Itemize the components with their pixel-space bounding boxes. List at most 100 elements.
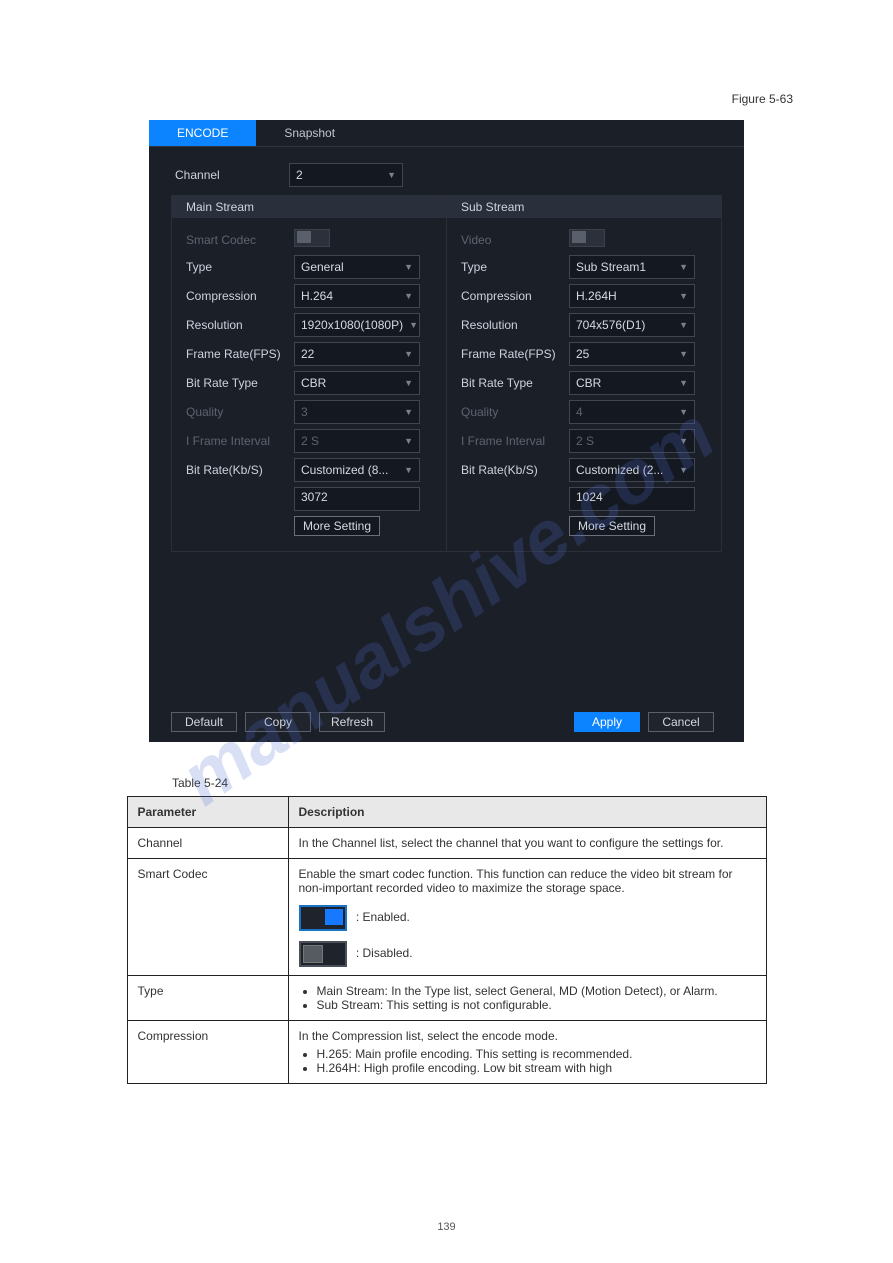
param-cell: Smart Codec (127, 859, 288, 976)
main-bitrate-label: Bit Rate(Kb/S) (186, 463, 294, 477)
main-resolution-select[interactable]: 1920x1080(1080P)▼ (294, 313, 420, 337)
chevron-down-icon: ▼ (679, 262, 688, 272)
main-resolution-label: Resolution (186, 318, 294, 332)
chevron-down-icon: ▼ (679, 349, 688, 359)
desc-cell: Enable the smart codec function. This fu… (288, 859, 766, 976)
table-caption: Table 5-24 (172, 776, 843, 790)
main-framerate-label: Frame Rate(FPS) (186, 347, 294, 361)
main-quality-label: Quality (186, 405, 294, 419)
sub-compression-label: Compression (461, 289, 569, 303)
desc-cell: In the Compression list, select the enco… (288, 1021, 766, 1084)
tab-bar: ENCODE Snapshot (149, 120, 744, 147)
chevron-down-icon: ▼ (404, 436, 413, 446)
chevron-down-icon: ▼ (679, 378, 688, 388)
smart-codec-label: Smart Codec (186, 233, 294, 247)
toggle-off-icon (299, 941, 347, 967)
default-button[interactable]: Default (171, 712, 237, 732)
sub-bitrate-label: Bit Rate(Kb/S) (461, 463, 569, 477)
chevron-down-icon: ▼ (404, 465, 413, 475)
sub-bitratetype-label: Bit Rate Type (461, 376, 569, 390)
chevron-down-icon: ▼ (404, 262, 413, 272)
sub-stream-panel: Sub Stream Video Type Sub Stream1▼ Compr… (446, 196, 721, 551)
copy-button[interactable]: Copy (245, 712, 311, 732)
encode-settings-window: ENCODE Snapshot Channel 2 ▼ Main Stream … (149, 120, 744, 742)
main-iframe-select: 2 S▼ (294, 429, 420, 453)
tab-encode[interactable]: ENCODE (149, 120, 256, 146)
main-bitratetype-select[interactable]: CBR▼ (294, 371, 420, 395)
refresh-button[interactable]: Refresh (319, 712, 385, 732)
channel-value: 2 (296, 168, 303, 182)
chevron-down-icon: ▼ (409, 320, 418, 330)
compression-bullet-2: H.264H: High profile encoding. Low bit s… (317, 1061, 756, 1075)
sub-stream-title: Sub Stream (447, 196, 721, 218)
figure-caption: Figure 5-63 (732, 92, 793, 106)
sub-type-select[interactable]: Sub Stream1▼ (569, 255, 695, 279)
desc-cell: Main Stream: In the Type list, select Ge… (288, 976, 766, 1021)
sub-bitratetype-select[interactable]: CBR▼ (569, 371, 695, 395)
smart-codec-desc: Enable the smart codec function. This fu… (299, 867, 756, 895)
table-header-description: Description (288, 797, 766, 828)
desc-cell: In the Channel list, select the channel … (288, 828, 766, 859)
chevron-down-icon: ▼ (679, 465, 688, 475)
sub-quality-select: 4▼ (569, 400, 695, 424)
sub-quality-label: Quality (461, 405, 569, 419)
main-framerate-select[interactable]: 22▼ (294, 342, 420, 366)
parameters-table: Parameter Description Channel In the Cha… (127, 796, 767, 1084)
sub-framerate-label: Frame Rate(FPS) (461, 347, 569, 361)
sub-compression-select[interactable]: H.264H▼ (569, 284, 695, 308)
main-compression-select[interactable]: H.264▼ (294, 284, 420, 308)
sub-iframe-select: 2 S▼ (569, 429, 695, 453)
chevron-down-icon: ▼ (679, 291, 688, 301)
disabled-text: : Disabled. (356, 946, 413, 960)
main-more-setting-button[interactable]: More Setting (294, 516, 380, 536)
video-toggle[interactable] (569, 229, 605, 247)
chevron-down-icon: ▼ (387, 170, 396, 180)
type-bullet-2: Sub Stream: This setting is not configur… (317, 998, 756, 1012)
page-number: 139 (0, 1221, 893, 1233)
video-label: Video (461, 233, 569, 247)
main-iframe-label: I Frame Interval (186, 434, 294, 448)
compression-bullet-1: H.265: Main profile encoding. This setti… (317, 1047, 756, 1061)
table-row: Type Main Stream: In the Type list, sele… (127, 976, 766, 1021)
main-bitrate-select[interactable]: Customized (8...▼ (294, 458, 420, 482)
chevron-down-icon: ▼ (679, 320, 688, 330)
main-type-label: Type (186, 260, 294, 274)
compression-desc: In the Compression list, select the enco… (299, 1029, 756, 1043)
table-row: Smart Codec Enable the smart codec funct… (127, 859, 766, 976)
main-bitrate-input[interactable]: 3072 (294, 487, 420, 511)
param-cell: Channel (127, 828, 288, 859)
param-cell: Compression (127, 1021, 288, 1084)
chevron-down-icon: ▼ (679, 436, 688, 446)
type-bullet-1: Main Stream: In the Type list, select Ge… (317, 984, 756, 998)
table-header-parameter: Parameter (127, 797, 288, 828)
channel-select[interactable]: 2 ▼ (289, 163, 403, 187)
smart-codec-toggle[interactable] (294, 229, 330, 247)
sub-framerate-select[interactable]: 25▼ (569, 342, 695, 366)
main-bitratetype-label: Bit Rate Type (186, 376, 294, 390)
tab-snapshot[interactable]: Snapshot (256, 120, 363, 146)
main-stream-panel: Main Stream Smart Codec Type General▼ Co… (172, 196, 446, 551)
main-compression-label: Compression (186, 289, 294, 303)
apply-button[interactable]: Apply (574, 712, 640, 732)
toggle-on-icon (299, 905, 347, 931)
table-row: Compression In the Compression list, sel… (127, 1021, 766, 1084)
sub-resolution-label: Resolution (461, 318, 569, 332)
main-quality-select: 3▼ (294, 400, 420, 424)
main-type-select[interactable]: General▼ (294, 255, 420, 279)
chevron-down-icon: ▼ (679, 407, 688, 417)
sub-iframe-label: I Frame Interval (461, 434, 569, 448)
sub-resolution-select[interactable]: 704x576(D1)▼ (569, 313, 695, 337)
channel-label: Channel (175, 168, 289, 182)
chevron-down-icon: ▼ (404, 291, 413, 301)
enabled-text: : Enabled. (356, 910, 410, 924)
main-stream-title: Main Stream (172, 196, 446, 218)
sub-type-label: Type (461, 260, 569, 274)
sub-bitrate-select[interactable]: Customized (2...▼ (569, 458, 695, 482)
chevron-down-icon: ▼ (404, 349, 413, 359)
cancel-button[interactable]: Cancel (648, 712, 714, 732)
sub-bitrate-input[interactable]: 1024 (569, 487, 695, 511)
sub-more-setting-button[interactable]: More Setting (569, 516, 655, 536)
param-cell: Type (127, 976, 288, 1021)
table-row: Channel In the Channel list, select the … (127, 828, 766, 859)
chevron-down-icon: ▼ (404, 378, 413, 388)
